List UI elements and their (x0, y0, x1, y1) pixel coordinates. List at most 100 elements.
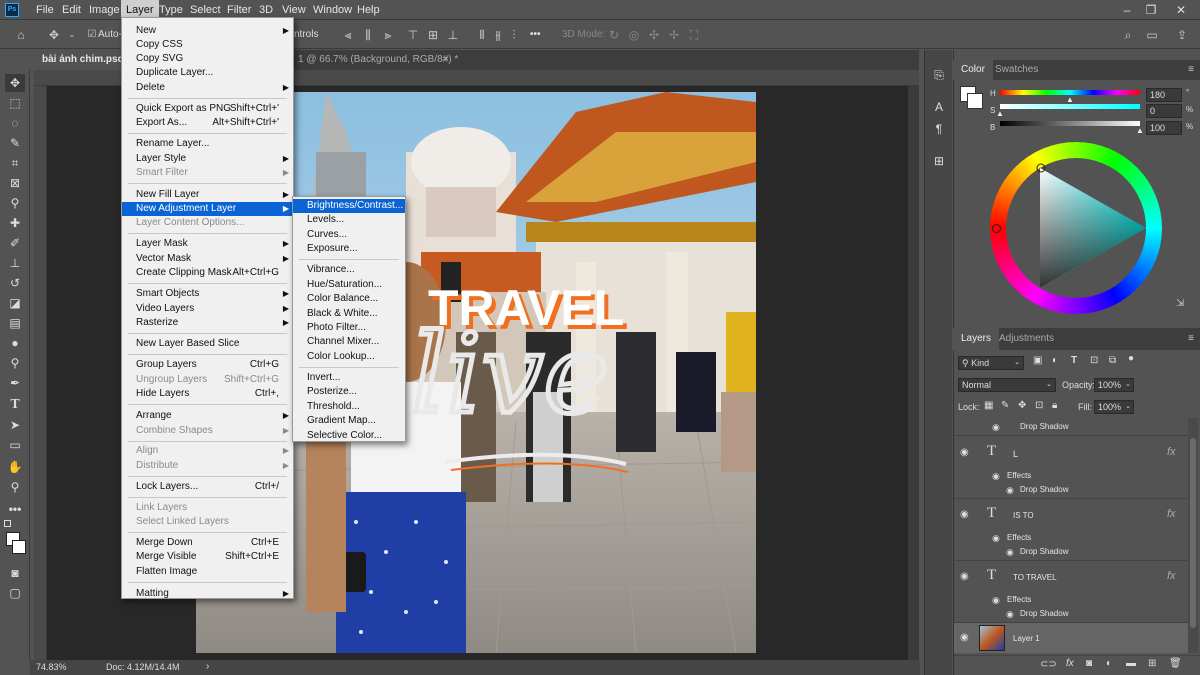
layer-menu-item[interactable]: Merge Down Ctrl+E (122, 536, 293, 550)
eraser-tool-icon[interactable]: ◪ (5, 294, 25, 312)
3d-slide-icon[interactable]: ✢ (666, 26, 682, 44)
screen-mode-icon[interactable]: ▢ (5, 584, 25, 602)
lasso-tool-icon[interactable]: ◌ (5, 114, 25, 132)
lock-artboard-icon[interactable]: ⊡ (1035, 400, 1043, 411)
close-tab-icon[interactable]: × (441, 50, 451, 70)
menu-file[interactable]: File (31, 0, 59, 20)
gradient-tool-icon[interactable]: ▤ (5, 314, 25, 332)
brush-tool-icon[interactable]: ✐ (5, 234, 25, 252)
adjustment-menu-item[interactable]: Vibrance... (293, 263, 405, 277)
layers-scrollbar[interactable] (1188, 418, 1198, 653)
fill-input[interactable]: 100% ⌄ (1094, 400, 1134, 414)
hue-value[interactable]: 180 (1146, 88, 1182, 102)
clone-stamp-icon[interactable]: ⊥ (5, 254, 25, 272)
color-triangle[interactable] (1030, 160, 1160, 295)
align-middle-icon[interactable]: ⊞ (425, 26, 441, 44)
layer-menu-item[interactable]: Matting ▶ (122, 587, 293, 601)
quick-mask-icon[interactable]: ◙ (5, 564, 25, 582)
adjustment-menu-item[interactable]: Channel Mixer... (293, 335, 405, 349)
pen-tool-icon[interactable]: ✒ (5, 374, 25, 392)
layer-menu-item[interactable]: Rename Layer... (122, 137, 293, 151)
background-color-swatch[interactable] (12, 540, 26, 554)
layer-menu-item[interactable]: Duplicate Layer... (122, 66, 293, 80)
filter-toggle-icon[interactable]: ● (1128, 353, 1134, 364)
frame-tool-icon[interactable]: ⊠ (5, 174, 25, 192)
lock-image-icon[interactable]: ✎ (1001, 400, 1009, 411)
lock-all-icon[interactable]: 🔒︎ (1052, 400, 1057, 411)
adjustment-menu-item[interactable]: Threshold... (293, 400, 405, 414)
layer-menu-item[interactable]: Layer Mask ▶ (122, 237, 293, 251)
marquee-tool-icon[interactable]: ⬚ (5, 94, 25, 112)
align-left-icon[interactable]: ⫷ (340, 26, 356, 44)
resize-grip-icon[interactable]: ⇲ (1176, 298, 1184, 309)
eyedropper-tool-icon[interactable]: ⚲ (5, 194, 25, 212)
layer-row-l[interactable]: ◉ T L fx ◉ Effects ◉ Drop Shadow (954, 437, 1188, 499)
layer-name[interactable]: Layer 1 (1013, 634, 1040, 643)
adjustment-menu-item[interactable]: Color Lookup... (293, 350, 405, 364)
paragraph-panel-icon[interactable]: ¶ (931, 122, 947, 138)
layer-menu-item[interactable]: Quick Export as PNG Shift+Ctrl+' (122, 102, 293, 116)
layer-menu-item[interactable]: Export As... Alt+Shift+Ctrl+' (122, 116, 293, 130)
eye-icon[interactable]: ◉ (992, 471, 1000, 482)
adjustment-menu-item[interactable]: Black & White... (293, 307, 405, 321)
eye-icon[interactable]: ◉ (992, 533, 1000, 544)
eye-icon[interactable]: ◉ (1006, 485, 1014, 496)
menu-image[interactable]: Image (84, 0, 125, 20)
vertical-scrollbar[interactable] (908, 86, 919, 660)
fx-icon[interactable]: fx (1167, 446, 1176, 458)
3d-pan-icon[interactable]: ✣ (646, 26, 662, 44)
filter-smart-object-icon[interactable]: ⧉ (1109, 355, 1116, 366)
layer-menu-item[interactable]: New Adjustment Layer ▶ (122, 202, 293, 216)
align-top-icon[interactable]: ⊤ (405, 26, 421, 44)
adjustment-menu-item[interactable]: Posterize... (293, 385, 405, 399)
eye-icon[interactable]: ◉ (1006, 547, 1014, 558)
new-group-icon[interactable]: ▬ (1126, 658, 1136, 669)
properties-panel-icon[interactable]: ⊞ (931, 154, 947, 170)
layer-menu-item[interactable]: Layer Style ▶ (122, 152, 293, 166)
tab-swatches[interactable]: Swatches (987, 60, 1046, 80)
filter-adjustment-icon[interactable]: ◐ (1052, 355, 1058, 366)
search-icon[interactable]: ⌕ (1120, 26, 1136, 44)
layer-filter-select[interactable]: ⚲ Kind ⌄ (958, 356, 1024, 370)
layer-menu-item[interactable]: Rasterize ▶ (122, 316, 293, 330)
layer-visibility-eye-icon[interactable]: ◉ (960, 509, 969, 520)
adjustment-menu-item[interactable]: Brightness/Contrast... (293, 199, 405, 213)
tab-adjustments[interactable]: Adjustments (991, 328, 1062, 350)
history-panel-icon[interactable]: ⎘ (931, 68, 947, 84)
more-options-icon[interactable]: ••• (530, 26, 541, 44)
blend-mode-select[interactable]: Normal ⌄ (958, 378, 1056, 392)
menu-help[interactable]: Help (352, 0, 385, 20)
zoom-tool-icon[interactable]: ⚲ (5, 478, 25, 496)
document-tab[interactable]: 1 @ 66.7% (Background, RGB/8#) * (290, 50, 466, 70)
adjustment-menu-item[interactable]: Curves... (293, 228, 405, 242)
add-style-icon[interactable]: fx (1066, 658, 1074, 669)
layer-row-is-to[interactable]: ◉ T IS TO fx ◉ Effects ◉ Drop Shadow (954, 499, 1188, 561)
distribute-center-icon[interactable]: ⫵ (490, 26, 506, 44)
new-adjustment-icon[interactable]: ◐ (1106, 658, 1112, 669)
panel-menu-icon[interactable]: ≡ (1188, 64, 1194, 75)
3d-scale-icon[interactable]: ⛶ (686, 26, 702, 44)
align-center-icon[interactable]: ⫼ (360, 26, 376, 44)
adjustment-menu-item[interactable]: Exposure... (293, 242, 405, 256)
layer-name[interactable]: L (1013, 449, 1018, 459)
distribute-left-icon[interactable]: ⫴ (474, 26, 490, 44)
menu-edit[interactable]: Edit (57, 0, 86, 20)
saturation-slider-thumb[interactable]: ▲ (996, 109, 1004, 118)
status-menu-arrow-icon[interactable]: › (206, 661, 209, 672)
layer-menu-item[interactable]: Create Clipping Mask Alt+Ctrl+G (122, 266, 293, 280)
quick-select-tool-icon[interactable]: ✎ (5, 134, 25, 152)
fx-icon[interactable]: fx (1167, 570, 1176, 582)
workspace-icon[interactable]: ▭ (1144, 26, 1160, 44)
layer-menu-item[interactable]: Copy CSS (122, 38, 293, 52)
menu-window[interactable]: Window (308, 0, 357, 20)
path-select-icon[interactable]: ➤ (5, 416, 25, 434)
layer-menu-item[interactable]: Vector Mask ▶ (122, 252, 293, 266)
layer-name[interactable]: IS TO (1013, 511, 1034, 520)
layer-row-image[interactable]: ◉ Layer 1 (954, 623, 1188, 653)
default-colors-icon[interactable] (4, 520, 11, 527)
layer-menu-item[interactable]: New Layer Based Slice (122, 337, 293, 351)
layer-menu-item[interactable]: Hide Layers Ctrl+, (122, 387, 293, 401)
blur-tool-icon[interactable]: ● (5, 334, 25, 352)
eye-icon[interactable]: ◉ (992, 422, 1000, 433)
adjustment-menu-item[interactable]: Levels... (293, 213, 405, 227)
